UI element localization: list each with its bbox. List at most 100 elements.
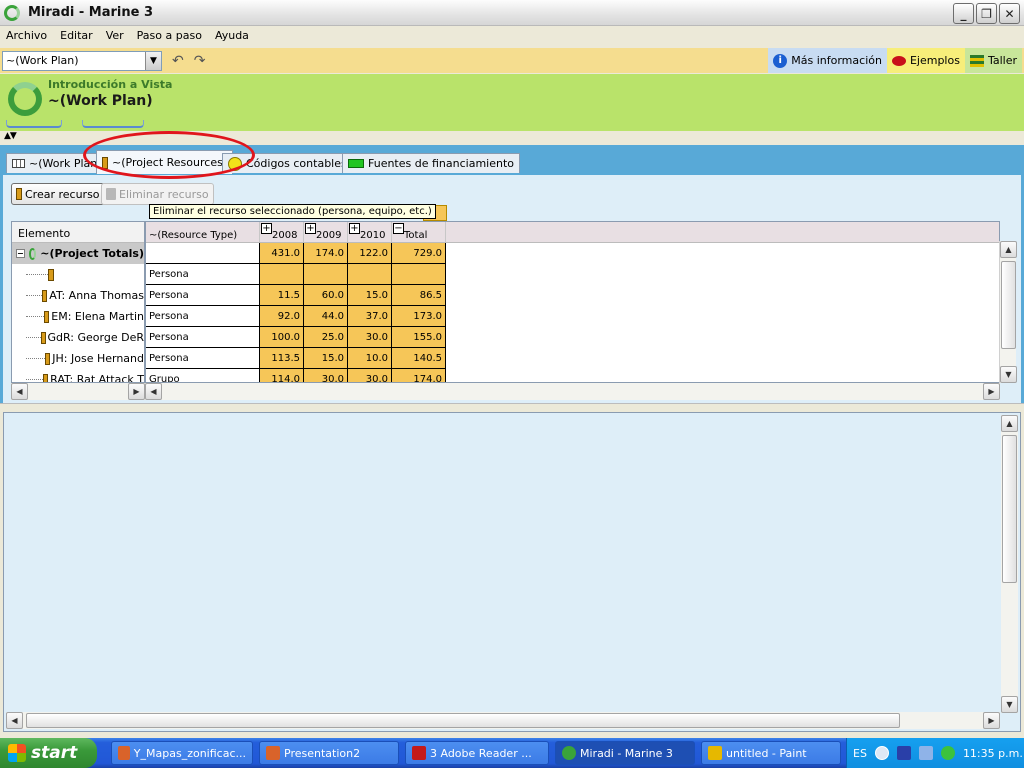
- cell-total[interactable]: 174.0: [392, 369, 446, 382]
- eliminar-recurso-button[interactable]: Eliminar recurso: [101, 183, 214, 205]
- scroll-down-icon[interactable]: ▼: [1001, 696, 1018, 713]
- scroll-thumb[interactable]: [1002, 435, 1017, 583]
- collapse-icon[interactable]: −: [393, 223, 404, 234]
- menu-ver[interactable]: Ver: [106, 29, 124, 42]
- restore-button[interactable]: ❐: [976, 3, 997, 24]
- language-indicator[interactable]: ES: [853, 747, 867, 760]
- cell-2009[interactable]: 15.0: [304, 348, 348, 369]
- header-resource-type[interactable]: ~(Resource Type): [146, 222, 260, 242]
- cell-2009[interactable]: 60.0: [304, 285, 348, 306]
- header-total[interactable]: − Total: [392, 222, 446, 242]
- usb-icon[interactable]: [896, 746, 911, 760]
- menu-editar[interactable]: Editar: [60, 29, 93, 42]
- header-2010[interactable]: + 2010: [348, 222, 392, 242]
- cell-2010[interactable]: 30.0: [348, 327, 392, 348]
- menu-ayuda[interactable]: Ayuda: [215, 29, 249, 42]
- cell-2008[interactable]: 100.0: [260, 327, 304, 348]
- cell-2008[interactable]: 114.0: [260, 369, 304, 382]
- grid-horizontal-scrollbar[interactable]: ◀ ▶: [145, 383, 1000, 400]
- mas-informacion-button[interactable]: i Más información: [768, 48, 887, 73]
- header-2009[interactable]: + 2009: [304, 222, 348, 242]
- scroll-thumb[interactable]: [1001, 261, 1016, 349]
- cell-2010[interactable]: 37.0: [348, 306, 392, 327]
- undo-icon[interactable]: ↶: [172, 53, 184, 69]
- detail-horizontal-scrollbar[interactable]: ◀ ▶: [6, 712, 1000, 729]
- cell-2008[interactable]: 92.0: [260, 306, 304, 327]
- expand-icon[interactable]: +: [261, 223, 272, 234]
- scroll-left-icon[interactable]: ◀: [6, 712, 23, 729]
- redo-icon[interactable]: ↷: [194, 53, 206, 69]
- view-intro-link[interactable]: Introducción a Vista: [48, 78, 172, 91]
- cell-total[interactable]: 86.5: [392, 285, 446, 306]
- expand-icon[interactable]: +: [349, 223, 360, 234]
- collapse-icon[interactable]: −: [16, 249, 25, 258]
- cell-2009[interactable]: [304, 264, 348, 285]
- security-icon[interactable]: [940, 746, 955, 760]
- header-tab-1[interactable]: [6, 120, 62, 128]
- chevron-left-icon[interactable]: [874, 746, 889, 760]
- task-mapas[interactable]: Y_Mapas_zonificac...: [111, 741, 253, 765]
- scroll-down-icon[interactable]: ▼: [1000, 366, 1017, 383]
- network-icon[interactable]: [918, 746, 933, 760]
- cell-2008[interactable]: 431.0: [260, 243, 304, 264]
- minimize-button[interactable]: _: [953, 3, 974, 24]
- taller-button[interactable]: Taller: [964, 48, 1022, 73]
- cell-2009[interactable]: 174.0: [304, 243, 348, 264]
- task-paint[interactable]: untitled - Paint: [701, 741, 841, 765]
- cell-total[interactable]: 173.0: [392, 306, 446, 327]
- cell-total[interactable]: 140.5: [392, 348, 446, 369]
- tree-row[interactable]: EM: Elena Martin: [12, 306, 144, 327]
- scroll-right-icon[interactable]: ▶: [128, 383, 145, 400]
- scroll-right-icon[interactable]: ▶: [983, 712, 1000, 729]
- cell-type[interactable]: Persona: [146, 348, 260, 369]
- cell-2010[interactable]: 30.0: [348, 369, 392, 382]
- detail-vertical-scrollbar[interactable]: ▲ ▼: [1001, 415, 1018, 713]
- collapse-arrows-icon[interactable]: ▲▼: [4, 131, 17, 141]
- scroll-up-icon[interactable]: ▲: [1001, 415, 1018, 432]
- cell-total[interactable]: [392, 264, 446, 285]
- start-button[interactable]: start: [0, 738, 97, 768]
- cell-type[interactable]: Grupo: [146, 369, 260, 382]
- tree-row[interactable]: [12, 264, 144, 285]
- panel-divider[interactable]: [0, 403, 1024, 412]
- menu-paso-a-paso[interactable]: Paso a paso: [137, 29, 202, 42]
- tab-fuentes-financiamiento[interactable]: Fuentes de financiamiento: [342, 153, 521, 173]
- chevron-down-icon[interactable]: ▼: [145, 51, 161, 70]
- cell-total[interactable]: 155.0: [392, 327, 446, 348]
- tree-horizontal-scrollbar[interactable]: ◀ ▶: [11, 383, 145, 400]
- tree-row-totals[interactable]: − ~(Project Totals): [12, 243, 144, 264]
- cell-type[interactable]: [146, 243, 260, 264]
- tree-row[interactable]: JH: Jose Hernand: [12, 348, 144, 369]
- cell-2010[interactable]: 15.0: [348, 285, 392, 306]
- cell-2010[interactable]: 122.0: [348, 243, 392, 264]
- cell-type[interactable]: Persona: [146, 264, 260, 285]
- scroll-left-icon[interactable]: ◀: [11, 383, 28, 400]
- cell-2008[interactable]: [260, 264, 304, 285]
- cell-2008[interactable]: 11.5: [260, 285, 304, 306]
- menu-archivo[interactable]: Archivo: [6, 29, 47, 42]
- grid-vertical-scrollbar[interactable]: ▲ ▼: [999, 241, 1017, 383]
- cell-total[interactable]: 729.0: [392, 243, 446, 264]
- view-select[interactable]: ~(Work Plan) ▼: [2, 50, 162, 71]
- cell-2009[interactable]: 25.0: [304, 327, 348, 348]
- task-presentation2[interactable]: Presentation2: [259, 741, 399, 765]
- cell-2010[interactable]: [348, 264, 392, 285]
- cell-type[interactable]: Persona: [146, 306, 260, 327]
- expand-icon[interactable]: +: [305, 223, 316, 234]
- task-adobe-reader[interactable]: 3 Adobe Reader ...: [405, 741, 549, 765]
- scroll-left-icon[interactable]: ◀: [145, 383, 162, 400]
- scroll-thumb[interactable]: [26, 713, 900, 728]
- scroll-up-icon[interactable]: ▲: [1000, 241, 1017, 258]
- cell-2009[interactable]: 44.0: [304, 306, 348, 327]
- cell-2009[interactable]: 30.0: [304, 369, 348, 382]
- ejemplos-button[interactable]: Ejemplos: [886, 48, 965, 73]
- cell-2010[interactable]: 10.0: [348, 348, 392, 369]
- tree-row[interactable]: AT: Anna Thomas: [12, 285, 144, 306]
- cell-type[interactable]: Persona: [146, 327, 260, 348]
- cell-type[interactable]: Persona: [146, 285, 260, 306]
- tree-row[interactable]: GdR: George DeR: [12, 327, 144, 348]
- task-miradi[interactable]: Miradi - Marine 3: [555, 741, 695, 765]
- cell-2008[interactable]: 113.5: [260, 348, 304, 369]
- crear-recurso-button[interactable]: Crear recurso: [11, 183, 105, 205]
- header-2008[interactable]: + 2008: [260, 222, 304, 242]
